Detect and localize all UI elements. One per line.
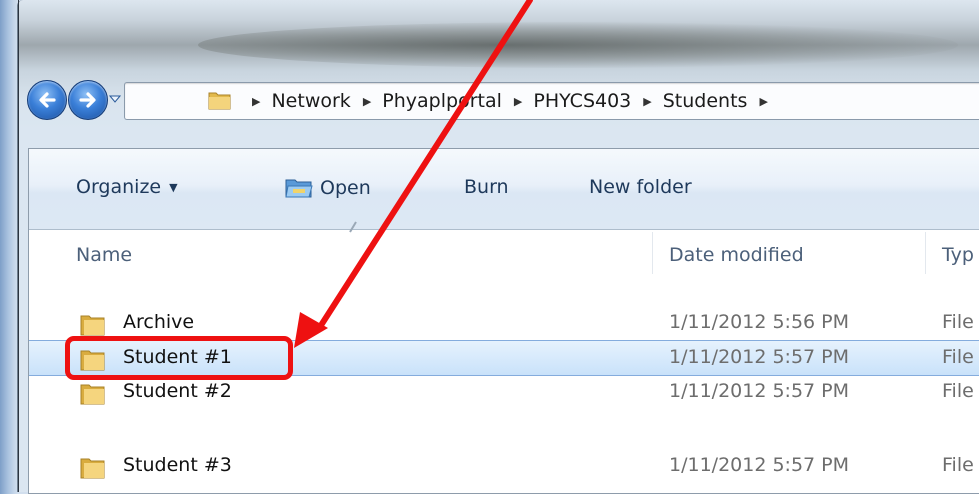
column-divider[interactable] (925, 232, 926, 274)
annotation-highlight-box (65, 336, 293, 380)
organize-button[interactable]: Organize ▼ (76, 176, 178, 198)
open-button[interactable]: Open (284, 176, 371, 200)
organize-label: Organize (76, 176, 162, 198)
chevron-right-icon[interactable]: ▶ (759, 95, 767, 108)
open-folder-icon (285, 179, 313, 198)
file-type: File (942, 346, 974, 368)
folder-icon (80, 458, 105, 479)
file-type: File (942, 454, 974, 476)
folder-icon (80, 315, 105, 336)
column-divider[interactable] (652, 232, 653, 274)
breadcrumb-item[interactable]: PHYCS403 (533, 90, 631, 112)
window-border (18, 0, 19, 492)
recent-pages-dropdown[interactable] (109, 94, 121, 104)
folder-icon (80, 384, 105, 405)
list-item[interactable]: Student #3 1/11/2012 5:57 PM File (29, 449, 979, 483)
file-date: 1/11/2012 5:56 PM (669, 311, 850, 333)
aero-glass-reflection (198, 22, 958, 68)
forward-button[interactable] (68, 80, 108, 120)
chevron-right-icon[interactable]: ▶ (514, 95, 522, 108)
list-item[interactable]: Student #2 1/11/2012 5:57 PM File (29, 375, 979, 409)
desktop-edge (0, 0, 17, 492)
column-header-type[interactable]: Typ (942, 244, 974, 266)
file-name: Archive (123, 311, 195, 333)
column-header-date-modified[interactable]: Date modified (669, 244, 804, 266)
breadcrumb-item[interactable]: Students (663, 90, 748, 112)
file-type: File (942, 311, 974, 333)
new-folder-label: New folder (589, 176, 692, 198)
breadcrumb: ▶ Network ▶ Phyaplportal ▶ PHYCS403 ▶ St… (252, 88, 779, 114)
folder-icon (208, 92, 231, 110)
caret-down-icon: ▼ (169, 180, 178, 194)
back-arrow-icon (39, 92, 56, 108)
breadcrumb-item[interactable]: Phyaplportal (382, 90, 502, 112)
file-date: 1/11/2012 5:57 PM (669, 346, 850, 368)
file-name: Student #3 (123, 454, 232, 476)
chevron-right-icon[interactable]: ▶ (363, 95, 371, 108)
open-label: Open (320, 177, 371, 199)
chevron-right-icon[interactable]: ▶ (643, 95, 651, 108)
back-button[interactable] (27, 80, 67, 120)
column-header-name[interactable]: Name (76, 244, 132, 266)
file-name: Student #2 (123, 380, 232, 402)
forward-arrow-icon (79, 92, 96, 108)
new-folder-button[interactable]: New folder (589, 176, 692, 198)
chevron-right-icon[interactable]: ▶ (252, 95, 260, 108)
file-type: File (942, 380, 974, 402)
burn-button[interactable]: Burn (464, 176, 509, 198)
list-item[interactable]: Archive 1/11/2012 5:56 PM File (29, 306, 979, 340)
breadcrumb-item[interactable]: Network (271, 90, 350, 112)
burn-label: Burn (464, 176, 509, 198)
file-date: 1/11/2012 5:57 PM (669, 380, 850, 402)
file-date: 1/11/2012 5:57 PM (669, 454, 850, 476)
